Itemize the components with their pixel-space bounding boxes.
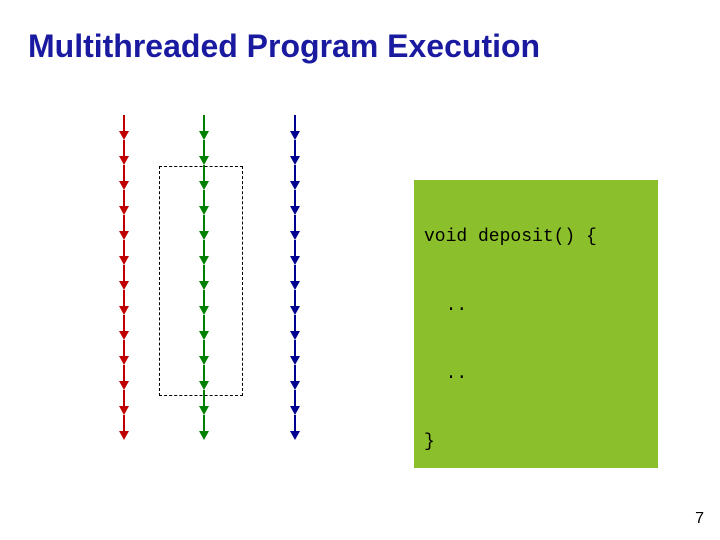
down-arrow-icon [119,165,129,190]
code-line: } [424,432,435,452]
down-arrow-icon [290,215,300,240]
code-line: void deposit() { [424,227,597,247]
down-arrow-icon [290,165,300,190]
down-arrow-icon [290,115,300,140]
down-arrow-icon [119,215,129,240]
down-arrow-icon [290,415,300,440]
down-arrow-icon [290,315,300,340]
down-arrow-icon [290,240,300,265]
down-arrow-icon [119,390,129,415]
down-arrow-icon [119,140,129,165]
down-arrow-icon [119,365,129,390]
critical-section-box [159,166,243,396]
down-arrow-icon [119,290,129,315]
down-arrow-icon [290,340,300,365]
down-arrow-icon [290,290,300,315]
code-snippet-box: void deposit() { .. .. } [414,180,658,468]
down-arrow-icon [119,115,129,140]
down-arrow-icon [199,415,209,440]
down-arrow-icon [290,190,300,215]
down-arrow-icon [199,140,209,165]
down-arrow-icon [119,240,129,265]
down-arrow-icon [119,265,129,290]
thread-column-red [119,115,129,440]
down-arrow-icon [119,340,129,365]
down-arrow-icon [119,190,129,215]
slide-title: Multithreaded Program Execution [28,28,540,65]
down-arrow-icon [290,265,300,290]
down-arrow-icon [119,415,129,440]
down-arrow-icon [290,365,300,390]
down-arrow-icon [119,315,129,340]
down-arrow-icon [290,140,300,165]
page-number: 7 [695,510,704,528]
code-line: .. [424,296,467,316]
down-arrow-icon [199,115,209,140]
code-line: .. [424,364,467,384]
thread-column-blue [290,115,300,440]
down-arrow-icon [290,390,300,415]
